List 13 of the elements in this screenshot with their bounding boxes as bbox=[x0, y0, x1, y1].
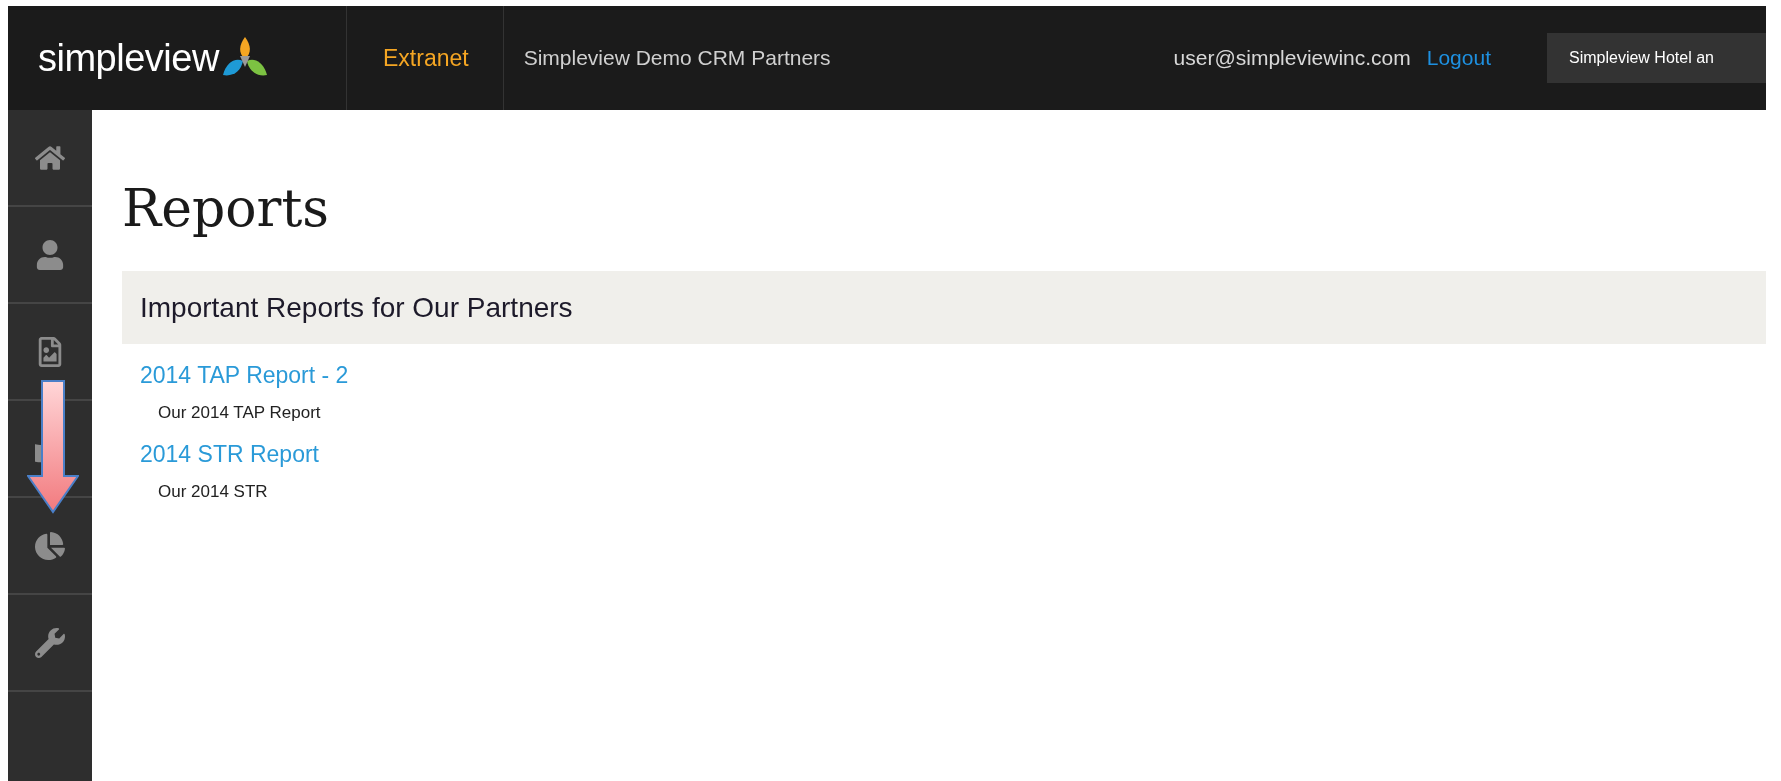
section-heading: Important Reports for Our Partners bbox=[122, 271, 1766, 344]
pie-chart-icon bbox=[35, 530, 65, 561]
wrench-icon bbox=[35, 627, 65, 658]
account-button[interactable]: Simpleview Hotel an bbox=[1547, 33, 1766, 83]
report-description: Our 2014 STR bbox=[158, 482, 269, 502]
report-description: Our 2014 TAP Report bbox=[158, 403, 322, 423]
user-icon bbox=[35, 239, 65, 270]
nav-tab[interactable]: Simpleview Demo CRM Partners bbox=[502, 6, 851, 110]
nav-tab[interactable]: Extranet bbox=[346, 6, 503, 110]
logo-text: simpleview bbox=[38, 36, 219, 80]
page-title: Reports bbox=[122, 178, 330, 238]
logout-link[interactable]: Logout bbox=[1426, 46, 1491, 70]
user-email: user@simpleviewinc.com bbox=[1173, 46, 1411, 70]
